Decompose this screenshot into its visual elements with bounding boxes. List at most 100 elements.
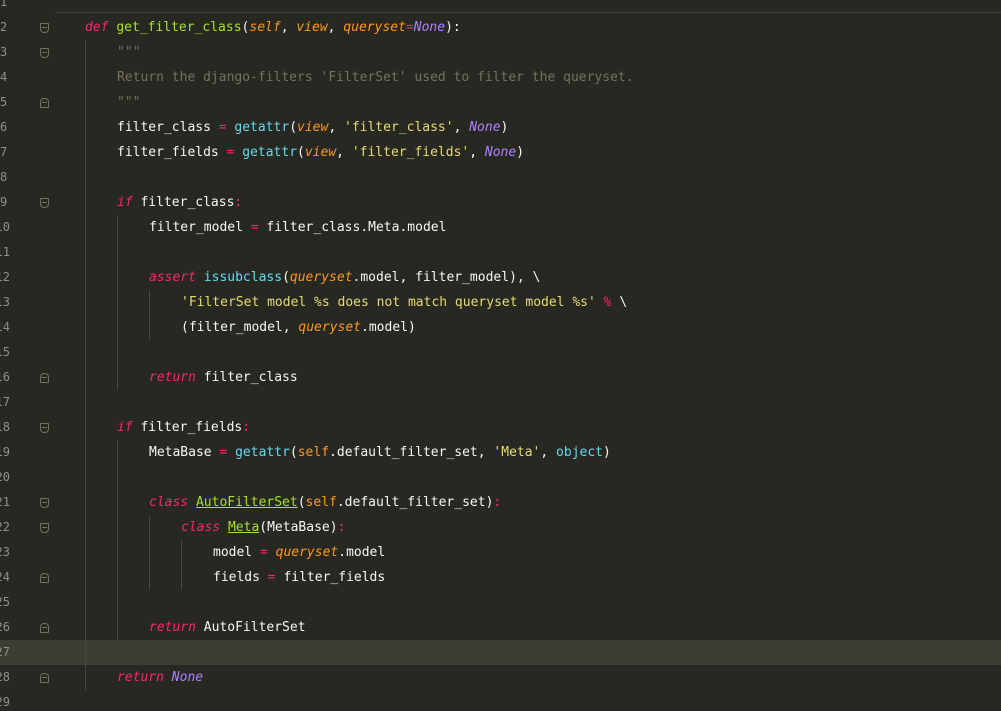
code-line[interactable]: 10 filter_model = filter_class.Meta.model: [0, 215, 1001, 240]
code-token: ,: [516, 270, 525, 285]
line-number: 13: [0, 295, 10, 309]
fold-open-icon[interactable]: [40, 498, 49, 508]
code-token: queryset: [298, 320, 362, 335]
code-token: class: [181, 520, 221, 535]
code-editor[interactable]: 1 2 def get_filter_class(self, view, query…: [0, 0, 1001, 711]
code-line[interactable]: 28 return None: [0, 665, 1001, 690]
line-number: 27: [0, 645, 10, 659]
line-number: 24: [0, 570, 10, 584]
code-token: ,: [280, 20, 297, 35]
code-token: filter_model: [149, 220, 243, 235]
code-line[interactable]: 19 MetaBase = getattr(self.default_filter…: [0, 440, 1001, 465]
code-token: =: [218, 145, 243, 160]
code-token: class: [149, 495, 189, 510]
code-line[interactable]: 26 return AutoFilterSet: [0, 615, 1001, 640]
code-line[interactable]: 14 (filter_model, queryset.model): [0, 315, 1001, 340]
code-line[interactable]: 20: [0, 465, 1001, 490]
code-line[interactable]: 8: [0, 165, 1001, 190]
code-token: filter_class: [132, 195, 235, 210]
line-number: 16: [0, 370, 10, 384]
code-token: self: [249, 20, 281, 35]
line-number: 6: [0, 120, 8, 134]
line-number: 10: [0, 220, 10, 234]
fold-open-icon[interactable]: [40, 48, 49, 58]
fold-open-icon[interactable]: [40, 423, 49, 433]
code-line[interactable]: 6 filter_class = getattr(view, 'filter_cl…: [0, 115, 1001, 140]
code-token: (MetaBase): [259, 520, 338, 535]
code-token: def: [85, 20, 109, 35]
code-line[interactable]: 13 'FilterSet model %s does not match que…: [0, 290, 1001, 315]
indent-guide: [85, 40, 86, 690]
code-text: class Meta(MetaBase):: [181, 515, 345, 540]
line-number: 29: [0, 695, 10, 709]
code-line[interactable]: 22 class Meta(MetaBase):: [0, 515, 1001, 540]
code-token: =: [211, 445, 236, 460]
code-line[interactable]: 7 filter_fields = getattr(view, 'filter_f…: [0, 140, 1001, 165]
code-line[interactable]: 21 class AutoFilterSet(self.default_filte…: [0, 490, 1001, 515]
code-token: (filter_model,: [181, 320, 299, 335]
code-token: ): [603, 445, 611, 460]
fold-close-icon[interactable]: [40, 623, 49, 633]
code-line[interactable]: 3 """: [0, 40, 1001, 65]
line-number: 25: [0, 595, 10, 609]
code-text: return AutoFilterSet: [149, 615, 306, 640]
code-token: ,: [453, 120, 470, 135]
code-token: fields: [213, 570, 260, 585]
code-token: filter_class: [117, 120, 211, 135]
code-token: getattr: [234, 120, 290, 135]
code-token: getattr: [242, 145, 298, 160]
code-text: return filter_class: [149, 365, 298, 390]
code-token: ,: [469, 145, 485, 160]
code-line[interactable]: 24 fields = filter_fields: [0, 565, 1001, 590]
fold-close-icon[interactable]: [40, 573, 49, 583]
code-text: model = queryset.model: [213, 540, 385, 565]
code-text: if filter_fields:: [117, 415, 250, 440]
code-line[interactable]: 27: [0, 640, 1001, 665]
code-token: ,: [540, 445, 557, 460]
code-text: """: [117, 40, 140, 65]
code-token: assert: [149, 270, 196, 285]
code-line[interactable]: 9 if filter_class:: [0, 190, 1001, 215]
code-token: filter_fields: [132, 420, 243, 435]
code-text: MetaBase = getattr(self.default_filter_s…: [149, 440, 611, 465]
line-number: 5: [0, 95, 8, 109]
code-line[interactable]: 25: [0, 590, 1001, 615]
code-line[interactable]: 23 model = queryset.model: [0, 540, 1001, 565]
code-token: (: [282, 270, 290, 285]
indent-guide: [149, 290, 150, 340]
code-line[interactable]: 15: [0, 340, 1001, 365]
line-number: 7: [0, 145, 8, 159]
code-line[interactable]: 17: [0, 390, 1001, 415]
fold-close-icon[interactable]: [40, 98, 49, 108]
code-token: (: [289, 445, 298, 460]
code-line[interactable]: 2 def get_filter_class(self, view, querys…: [0, 15, 1001, 40]
code-token: ,: [327, 20, 344, 35]
code-line[interactable]: 1: [0, 0, 1001, 15]
code-line[interactable]: 16 return filter_class: [0, 365, 1001, 390]
code-token: None: [171, 670, 204, 685]
code-line[interactable]: 18 if filter_fields:: [0, 415, 1001, 440]
code-text: filter_fields = getattr(view, 'filter_fi…: [117, 140, 524, 165]
indent-guide: [181, 540, 182, 590]
code-token: 'FilterSet model %s does not match query…: [181, 295, 596, 310]
fold-close-icon[interactable]: [40, 673, 49, 683]
code-line[interactable]: 12 assert issubclass(queryset.model, filt…: [0, 265, 1001, 290]
code-line[interactable]: 5 """: [0, 90, 1001, 115]
fold-open-icon[interactable]: [40, 23, 49, 33]
code-token: get_filter_class: [116, 20, 242, 35]
code-line[interactable]: 29: [0, 690, 1001, 711]
fold-close-icon[interactable]: [40, 373, 49, 383]
code-token: .model): [361, 320, 416, 335]
code-line[interactable]: 11: [0, 240, 1001, 265]
code-token: filter_class: [195, 370, 298, 385]
code-token: view: [296, 20, 328, 35]
code-token: """: [117, 95, 141, 110]
fold-open-icon[interactable]: [40, 198, 49, 208]
line-number: 3: [0, 45, 8, 59]
code-token: .default_filter_set): [336, 495, 494, 510]
fold-open-icon[interactable]: [40, 523, 49, 533]
code-token: (: [289, 120, 298, 135]
code-line[interactable]: 4 Return the django-filters 'FilterSet' u…: [0, 65, 1001, 90]
